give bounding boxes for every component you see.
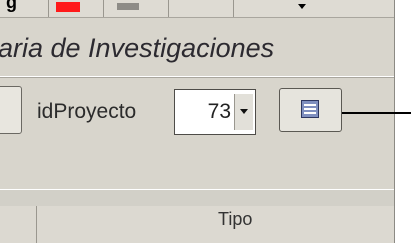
- id-proyecto-combo[interactable]: 73: [174, 89, 256, 135]
- chevron-down-icon[interactable]: [298, 4, 306, 9]
- toolbar-separator: [168, 0, 169, 17]
- column-header-tipo[interactable]: Tipo: [218, 209, 252, 230]
- column-divider[interactable]: [36, 206, 37, 243]
- toolbar: g: [0, 0, 394, 18]
- toolbar-font-letter[interactable]: g: [6, 0, 17, 13]
- divider: [0, 77, 394, 78]
- nav-button[interactable]: [0, 86, 22, 134]
- combo-dropdown-button[interactable]: [234, 94, 253, 130]
- open-form-button[interactable]: [279, 88, 342, 132]
- grid-header-row: [0, 206, 394, 243]
- form-window: g aria de Investigaciones idProyecto 73 …: [0, 0, 395, 243]
- callout-line: [342, 112, 411, 114]
- form-icon: [301, 100, 319, 118]
- toolbar-separator: [103, 0, 104, 17]
- id-proyecto-value[interactable]: 73: [208, 100, 231, 124]
- toolbar-separator: [48, 0, 49, 17]
- section-band: [0, 189, 394, 207]
- line-style-icon[interactable]: [117, 3, 139, 10]
- form-title: aria de Investigaciones: [0, 33, 275, 63]
- toolbar-separator: [233, 0, 234, 17]
- id-proyecto-label: idProyecto: [37, 100, 137, 123]
- font-color-swatch[interactable]: [56, 2, 80, 12]
